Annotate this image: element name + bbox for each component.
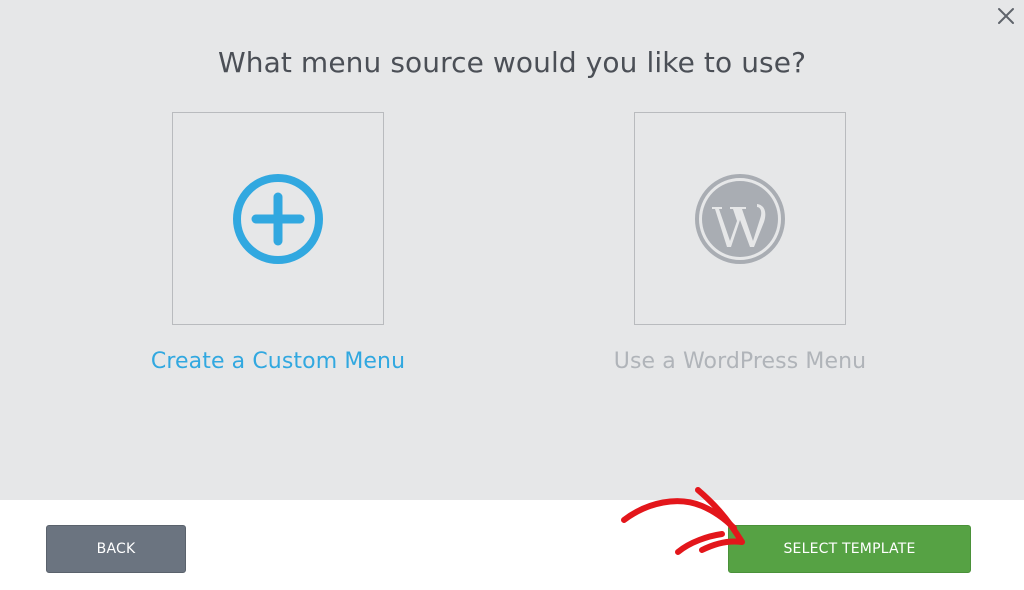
option-label[interactable]: Create a Custom Menu bbox=[128, 349, 428, 374]
back-button[interactable]: BACK bbox=[46, 525, 186, 573]
close-icon[interactable] bbox=[996, 6, 1016, 26]
option-card[interactable] bbox=[172, 112, 384, 325]
wordpress-logo-icon bbox=[695, 173, 785, 264]
option-custom-menu[interactable]: Create a Custom Menu bbox=[128, 112, 428, 374]
plus-circle-icon bbox=[233, 173, 323, 264]
select-template-button[interactable]: SELECT TEMPLATE bbox=[728, 525, 971, 573]
dialog-title: What menu source would you like to use? bbox=[217, 46, 807, 79]
option-wordpress-menu[interactable]: Use a WordPress Menu bbox=[590, 112, 890, 374]
option-card[interactable] bbox=[634, 112, 846, 325]
option-label[interactable]: Use a WordPress Menu bbox=[590, 349, 890, 374]
